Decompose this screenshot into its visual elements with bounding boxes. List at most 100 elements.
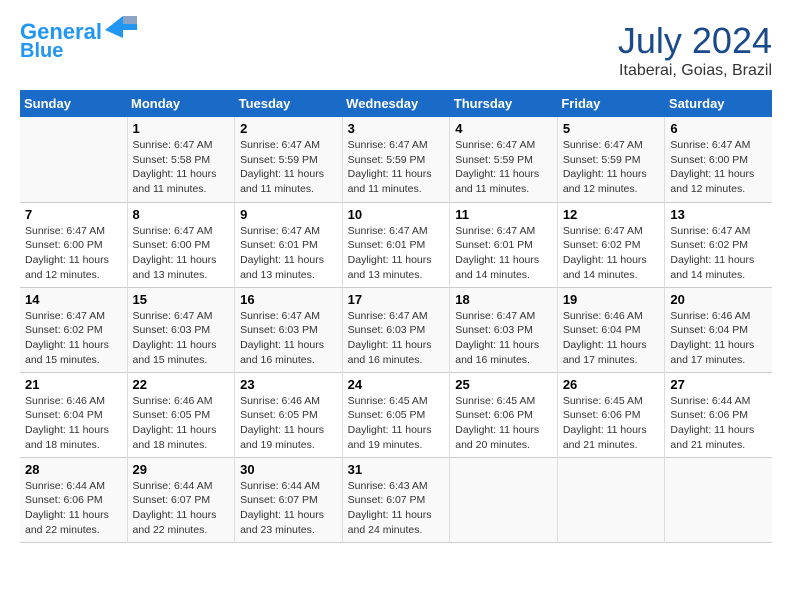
- calendar-cell: 27 Sunrise: 6:44 AMSunset: 6:06 PMDayligh…: [665, 372, 772, 457]
- calendar-cell: 21 Sunrise: 6:46 AMSunset: 6:04 PMDayligh…: [20, 372, 127, 457]
- calendar-cell: 15Sunrise: 6:47 AMSunset: 6:03 PMDayligh…: [127, 287, 235, 372]
- header-tuesday: Tuesday: [235, 90, 343, 117]
- calendar-cell: [20, 117, 127, 202]
- day-number: 30: [240, 462, 337, 477]
- week-row-3: 14 Sunrise: 6:47 AMSunset: 6:02 PMDayligh…: [20, 287, 772, 372]
- day-number: 25: [455, 377, 552, 392]
- day-info: Sunrise: 6:47 AMSunset: 5:59 PMDaylight:…: [455, 138, 552, 197]
- day-number: 26: [563, 377, 660, 392]
- day-info: Sunrise: 6:47 AMSunset: 5:59 PMDaylight:…: [348, 138, 445, 197]
- day-info: Sunrise: 6:47 AMSunset: 6:03 PMDaylight:…: [348, 309, 445, 368]
- calendar-cell: 19 Sunrise: 6:46 AMSunset: 6:04 PMDayligh…: [557, 287, 665, 372]
- day-number: 21: [25, 377, 122, 392]
- day-info: Sunrise: 6:45 AMSunset: 6:06 PMDaylight:…: [563, 394, 660, 453]
- day-info: Sunrise: 6:47 AMSunset: 6:02 PMDaylight:…: [25, 309, 122, 368]
- header-thursday: Thursday: [450, 90, 558, 117]
- day-info: Sunrise: 6:47 AMSunset: 5:59 PMDaylight:…: [240, 138, 337, 197]
- calendar-cell: 6 Sunrise: 6:47 AMSunset: 6:00 PMDaylight…: [665, 117, 772, 202]
- day-info: Sunrise: 6:46 AMSunset: 6:04 PMDaylight:…: [25, 394, 122, 453]
- day-number: 3: [348, 121, 445, 136]
- day-number: 24: [348, 377, 445, 392]
- day-number: 31: [348, 462, 445, 477]
- calendar-cell: 17 Sunrise: 6:47 AMSunset: 6:03 PMDayligh…: [342, 287, 450, 372]
- calendar-cell: 11 Sunrise: 6:47 AMSunset: 6:01 PMDayligh…: [450, 202, 558, 287]
- day-number: 27: [670, 377, 767, 392]
- day-info: Sunrise: 6:46 AMSunset: 6:05 PMDaylight:…: [240, 394, 337, 453]
- day-info: Sunrise: 6:46 AMSunset: 6:04 PMDaylight:…: [670, 309, 767, 368]
- week-row-5: 28Sunrise: 6:44 AMSunset: 6:06 PMDayligh…: [20, 457, 772, 542]
- day-number: 10: [348, 207, 445, 222]
- logo-icon: [105, 16, 137, 44]
- day-info: Sunrise: 6:47 AMSunset: 6:03 PMDaylight:…: [133, 309, 230, 368]
- week-row-2: 7 Sunrise: 6:47 AMSunset: 6:00 PMDaylight…: [20, 202, 772, 287]
- day-info: Sunrise: 6:47 AMSunset: 6:00 PMDaylight:…: [25, 224, 122, 283]
- day-number: 9: [240, 207, 337, 222]
- calendar-cell: 1Sunrise: 6:47 AMSunset: 5:58 PMDaylight…: [127, 117, 235, 202]
- calendar-cell: 12 Sunrise: 6:47 AMSunset: 6:02 PMDayligh…: [557, 202, 665, 287]
- logo: General Blue: [20, 20, 137, 62]
- day-number: 12: [563, 207, 660, 222]
- week-row-4: 21 Sunrise: 6:46 AMSunset: 6:04 PMDayligh…: [20, 372, 772, 457]
- day-info: Sunrise: 6:47 AMSunset: 6:02 PMDaylight:…: [563, 224, 660, 283]
- calendar-cell: 16 Sunrise: 6:47 AMSunset: 6:03 PMDayligh…: [235, 287, 343, 372]
- day-number: 7: [25, 207, 122, 222]
- day-number: 13: [670, 207, 767, 222]
- calendar-cell: 30 Sunrise: 6:44 AMSunset: 6:07 PMDayligh…: [235, 457, 343, 542]
- day-number: 18: [455, 292, 552, 307]
- month-year-title: July 2024: [618, 20, 772, 62]
- header-wednesday: Wednesday: [342, 90, 450, 117]
- calendar-cell: [665, 457, 772, 542]
- day-info: Sunrise: 6:47 AMSunset: 6:00 PMDaylight:…: [670, 138, 767, 197]
- header-saturday: Saturday: [665, 90, 772, 117]
- day-info: Sunrise: 6:43 AMSunset: 6:07 PMDaylight:…: [348, 479, 445, 538]
- header-monday: Monday: [127, 90, 235, 117]
- calendar-cell: 18 Sunrise: 6:47 AMSunset: 6:03 PMDayligh…: [450, 287, 558, 372]
- day-info: Sunrise: 6:47 AMSunset: 6:01 PMDaylight:…: [455, 224, 552, 283]
- calendar-cell: 25 Sunrise: 6:45 AMSunset: 6:06 PMDayligh…: [450, 372, 558, 457]
- day-number: 11: [455, 207, 552, 222]
- day-number: 6: [670, 121, 767, 136]
- calendar-cell: 3 Sunrise: 6:47 AMSunset: 5:59 PMDaylight…: [342, 117, 450, 202]
- day-info: Sunrise: 6:44 AMSunset: 6:06 PMDaylight:…: [670, 394, 767, 453]
- calendar-header-row: SundayMondayTuesdayWednesdayThursdayFrid…: [20, 90, 772, 117]
- calendar-cell: 31 Sunrise: 6:43 AMSunset: 6:07 PMDayligh…: [342, 457, 450, 542]
- day-number: 16: [240, 292, 337, 307]
- day-info: Sunrise: 6:44 AMSunset: 6:06 PMDaylight:…: [25, 479, 122, 538]
- calendar-cell: 2 Sunrise: 6:47 AMSunset: 5:59 PMDaylight…: [235, 117, 343, 202]
- day-number: 5: [563, 121, 660, 136]
- calendar-cell: 24Sunrise: 6:45 AMSunset: 6:05 PMDayligh…: [342, 372, 450, 457]
- week-row-1: 1Sunrise: 6:47 AMSunset: 5:58 PMDaylight…: [20, 117, 772, 202]
- day-number: 22: [133, 377, 230, 392]
- location-subtitle: Itaberai, Goias, Brazil: [618, 62, 772, 80]
- day-number: 2: [240, 121, 337, 136]
- day-info: Sunrise: 6:47 AMSunset: 6:01 PMDaylight:…: [348, 224, 445, 283]
- header-friday: Friday: [557, 90, 665, 117]
- day-info: Sunrise: 6:44 AMSunset: 6:07 PMDaylight:…: [133, 479, 230, 538]
- calendar-cell: 10 Sunrise: 6:47 AMSunset: 6:01 PMDayligh…: [342, 202, 450, 287]
- calendar-cell: 29Sunrise: 6:44 AMSunset: 6:07 PMDayligh…: [127, 457, 235, 542]
- calendar-cell: 20Sunrise: 6:46 AMSunset: 6:04 PMDayligh…: [665, 287, 772, 372]
- day-info: Sunrise: 6:47 AMSunset: 6:00 PMDaylight:…: [133, 224, 230, 283]
- day-info: Sunrise: 6:45 AMSunset: 6:06 PMDaylight:…: [455, 394, 552, 453]
- calendar-cell: 13 Sunrise: 6:47 AMSunset: 6:02 PMDayligh…: [665, 202, 772, 287]
- day-info: Sunrise: 6:46 AMSunset: 6:04 PMDaylight:…: [563, 309, 660, 368]
- page-header: General Blue July 2024 Itaberai, Goias, …: [20, 20, 772, 80]
- calendar-cell: 8Sunrise: 6:47 AMSunset: 6:00 PMDaylight…: [127, 202, 235, 287]
- calendar-cell: 23 Sunrise: 6:46 AMSunset: 6:05 PMDayligh…: [235, 372, 343, 457]
- calendar-cell: 4 Sunrise: 6:47 AMSunset: 5:59 PMDaylight…: [450, 117, 558, 202]
- day-number: 14: [25, 292, 122, 307]
- day-info: Sunrise: 6:47 AMSunset: 6:03 PMDaylight:…: [240, 309, 337, 368]
- day-info: Sunrise: 6:47 AMSunset: 6:02 PMDaylight:…: [670, 224, 767, 283]
- day-info: Sunrise: 6:47 AMSunset: 5:58 PMDaylight:…: [133, 138, 230, 197]
- day-number: 17: [348, 292, 445, 307]
- day-number: 23: [240, 377, 337, 392]
- calendar-cell: 26 Sunrise: 6:45 AMSunset: 6:06 PMDayligh…: [557, 372, 665, 457]
- calendar-cell: 5Sunrise: 6:47 AMSunset: 5:59 PMDaylight…: [557, 117, 665, 202]
- day-info: Sunrise: 6:44 AMSunset: 6:07 PMDaylight:…: [240, 479, 337, 538]
- day-number: 19: [563, 292, 660, 307]
- day-info: Sunrise: 6:47 AMSunset: 6:03 PMDaylight:…: [455, 309, 552, 368]
- calendar-cell: 9Sunrise: 6:47 AMSunset: 6:01 PMDaylight…: [235, 202, 343, 287]
- calendar-cell: [557, 457, 665, 542]
- calendar-table: SundayMondayTuesdayWednesdayThursdayFrid…: [20, 90, 772, 543]
- day-number: 4: [455, 121, 552, 136]
